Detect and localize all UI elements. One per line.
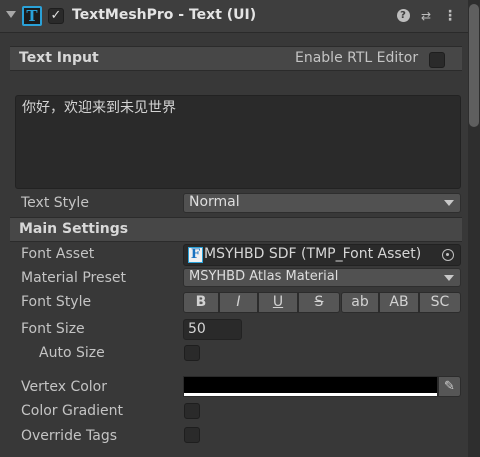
presets-icon[interactable]: ⇄ <box>418 8 434 24</box>
text-style-value: Normal <box>189 194 240 210</box>
textmeshpro-component-icon: T <box>22 6 42 26</box>
object-picker-icon[interactable] <box>442 249 454 261</box>
font-asset-value: MSYHBD SDF (TMP_Font Asset) <box>204 246 422 262</box>
enable-rtl-editor-label: Enable RTL Editor <box>295 50 419 66</box>
font-size-label: Font Size <box>21 321 85 337</box>
underline-button[interactable]: U <box>258 292 298 313</box>
context-menu-icon[interactable]: ⋮ <box>442 8 458 24</box>
text-input-value: 你好，欢迎来到未见世界 <box>22 100 176 116</box>
override-tags-label: Override Tags <box>21 428 118 444</box>
vertex-color-label: Vertex Color <box>21 379 108 395</box>
font-style-label: Font Style <box>21 294 92 310</box>
bold-button[interactable]: B <box>183 292 219 313</box>
font-asset-icon: F <box>188 247 203 263</box>
italic-button[interactable]: I <box>219 292 258 313</box>
component-enabled-checkbox[interactable]: ✓ <box>48 8 64 24</box>
color-gradient-checkbox[interactable] <box>184 403 200 419</box>
text-input-section-title: Text Input <box>19 50 99 66</box>
strikethrough-button[interactable]: S <box>298 292 340 313</box>
uppercase-button[interactable]: AB <box>379 292 419 313</box>
enable-rtl-editor-checkbox[interactable] <box>429 52 445 68</box>
eyedropper-icon[interactable]: ✎ <box>438 376 461 397</box>
chevron-down-icon <box>444 275 454 281</box>
lowercase-button[interactable]: ab <box>341 292 379 313</box>
component-title: TextMeshPro - Text (UI) <box>72 7 257 23</box>
auto-size-checkbox[interactable] <box>184 345 200 361</box>
text-style-label: Text Style <box>21 195 89 211</box>
vertex-color-alpha-bar <box>184 393 437 396</box>
main-settings-section-title: Main Settings <box>19 221 129 237</box>
font-size-field[interactable]: 50 <box>183 319 242 340</box>
override-tags-checkbox[interactable] <box>184 427 200 443</box>
scrollbar-thumb[interactable] <box>469 4 479 127</box>
foldout-arrow-icon[interactable] <box>6 11 16 18</box>
chevron-down-icon <box>444 200 454 206</box>
color-gradient-label: Color Gradient <box>21 403 123 419</box>
material-preset-value: MSYHBD Atlas Material <box>189 269 339 284</box>
font-asset-label: Font Asset <box>21 246 95 262</box>
material-preset-label: Material Preset <box>21 270 126 286</box>
smallcaps-button[interactable]: SC <box>419 292 461 313</box>
help-icon[interactable]: ? <box>395 8 411 24</box>
auto-size-label: Auto Size <box>39 345 105 361</box>
